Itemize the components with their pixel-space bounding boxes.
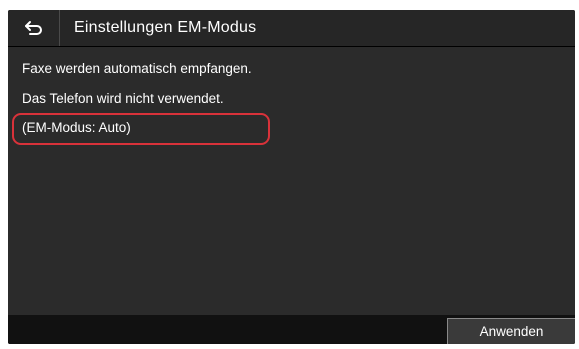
title-bar: Einstellungen EM-Modus (8, 10, 575, 47)
device-screen: Einstellungen EM-Modus Faxe werden autom… (8, 10, 575, 344)
page-title: Einstellungen EM-Modus (74, 19, 257, 36)
back-button[interactable] (8, 10, 60, 46)
info-line-mode: (EM-Modus: Auto) (22, 120, 131, 135)
back-arrow-icon (24, 21, 42, 35)
info-line-phone: Das Telefon wird nicht verwendet. (22, 91, 224, 106)
bottom-bar: Anwenden (8, 315, 575, 344)
info-line-fax: Faxe werden automatisch empfangen. (22, 61, 252, 76)
apply-button[interactable]: Anwenden (447, 318, 575, 344)
content-area: Faxe werden automatisch empfangen. Das T… (8, 47, 575, 315)
